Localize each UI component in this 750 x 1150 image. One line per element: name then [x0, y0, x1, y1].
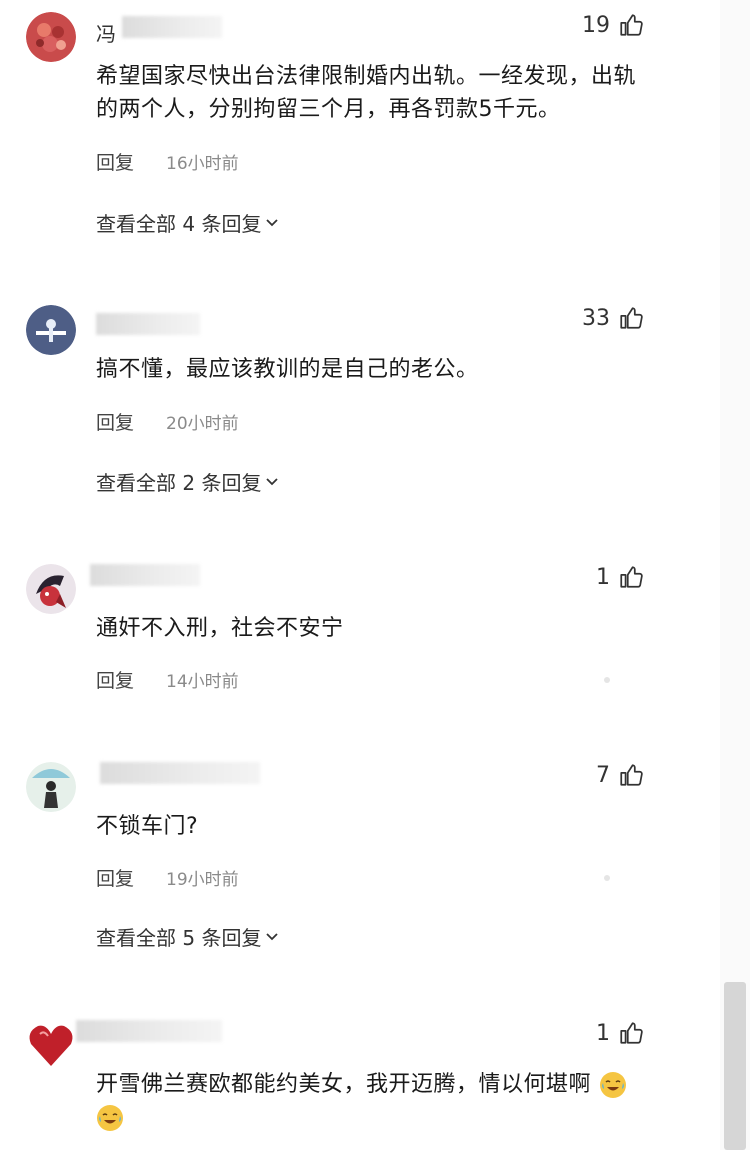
thumbs-up-icon: [620, 307, 643, 329]
crying-laughing-emoji-icon: [97, 1105, 123, 1131]
username-blur: [100, 762, 260, 784]
chevron-down-icon: [266, 932, 279, 940]
girl-umbrella-avatar-icon[interactable]: [26, 762, 76, 812]
view-replies-link[interactable]: 查看全部 5 条回复: [96, 922, 279, 951]
thumbs-up-icon: [620, 1022, 643, 1044]
timestamp: 19小时前: [166, 870, 239, 890]
like-count: 7: [596, 762, 610, 788]
like-button[interactable]: 19: [582, 12, 644, 38]
comment-text-body: 开雪佛兰赛欧都能约美女，我开迈腾，情以何堪啊: [96, 1072, 592, 1097]
anime-girl-avatar-icon[interactable]: [26, 564, 76, 614]
scrollbar-thumb[interactable]: [724, 982, 746, 1150]
view-replies-label: 查看全部 5 条回复: [96, 926, 262, 950]
like-button[interactable]: 7: [596, 762, 644, 788]
comment-meta: 回复 19小时前: [96, 864, 239, 891]
username-blur: [122, 16, 222, 38]
timestamp: 14小时前: [166, 672, 239, 692]
comment-text: 搞不懂，最应该教训的是自己的老公。: [96, 357, 479, 382]
chevron-down-icon: [266, 477, 279, 485]
username-blur: [96, 313, 200, 335]
more-icon[interactable]: [604, 875, 610, 881]
view-replies-link[interactable]: 查看全部 2 条回复: [96, 467, 279, 496]
like-button[interactable]: 1: [596, 1020, 644, 1046]
username[interactable]: 冯: [96, 18, 116, 47]
like-count: 33: [582, 305, 610, 331]
timestamp: 16小时前: [166, 154, 239, 174]
like-button[interactable]: 33: [582, 305, 644, 331]
view-replies-link[interactable]: 查看全部 4 条回复: [96, 208, 279, 237]
like-count: 19: [582, 12, 610, 38]
reply-button[interactable]: 回复: [96, 408, 134, 435]
comment-text: 希望国家尽快出台法律限制婚内出轨。一经发现，出轨的两个人，分别拘留三个月，再各罚…: [96, 64, 637, 122]
view-replies-label: 查看全部 2 条回复: [96, 471, 262, 495]
like-button[interactable]: 1: [596, 564, 644, 590]
crying-laughing-emoji-icon: [599, 1072, 626, 1098]
reply-button[interactable]: 回复: [96, 864, 134, 891]
red-heart-avatar-icon[interactable]: [26, 1020, 76, 1070]
more-icon[interactable]: [604, 677, 610, 683]
reply-button[interactable]: 回复: [96, 666, 134, 693]
thumbs-up-icon: [620, 764, 643, 786]
comment-meta: 回复 20小时前: [96, 408, 239, 435]
reply-button[interactable]: 回复: [96, 148, 134, 175]
like-count: 1: [596, 1020, 610, 1046]
view-replies-label: 查看全部 4 条回复: [96, 212, 262, 236]
blue-figure-avatar-icon[interactable]: [26, 305, 76, 355]
comment-text: 通奸不入刑，社会不安宁: [96, 616, 344, 641]
like-count: 1: [596, 564, 610, 590]
comment-text: 不锁车门?: [96, 814, 199, 839]
chevron-down-icon: [266, 218, 279, 226]
timestamp: 20小时前: [166, 414, 239, 434]
username-blur: [76, 1020, 222, 1042]
comment-text: 开雪佛兰赛欧都能约美女，我开迈腾，情以何堪啊: [96, 1068, 656, 1134]
comment-meta: 回复 16小时前: [96, 148, 239, 175]
thumbs-up-icon: [620, 14, 643, 36]
username-blur: [90, 564, 200, 586]
thumbs-up-icon: [620, 566, 643, 588]
red-flower-avatar-icon[interactable]: [26, 12, 76, 62]
comment-meta: 回复 14小时前: [96, 666, 239, 693]
scrollbar-track[interactable]: [720, 0, 750, 1150]
